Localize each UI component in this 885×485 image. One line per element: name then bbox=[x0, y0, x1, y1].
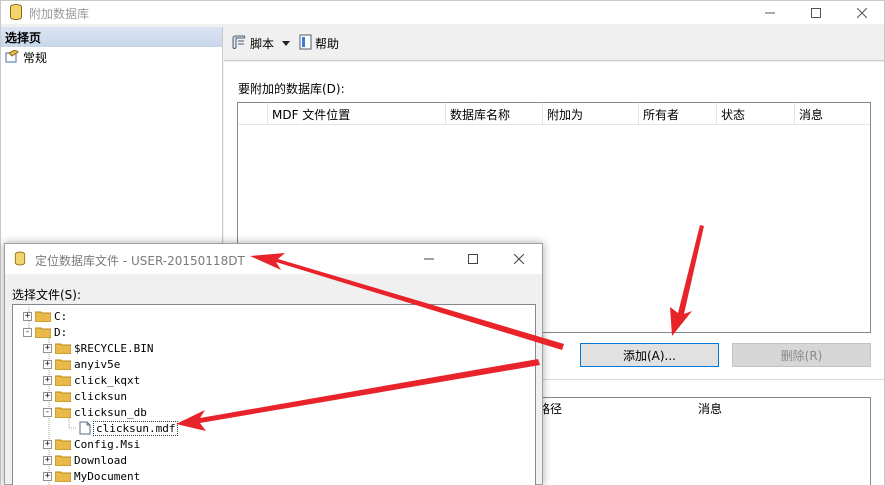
script-dropdown[interactable] bbox=[280, 39, 293, 49]
dropdown-arrow-icon bbox=[282, 40, 291, 46]
column-database-name[interactable]: 数据库名称 bbox=[446, 103, 543, 124]
minimize-icon bbox=[765, 12, 775, 13]
tree-item-label: Download bbox=[74, 453, 127, 467]
maximize-icon bbox=[811, 7, 821, 18]
databases-grid-header: MDF 文件位置 数据库名称 附加为 所有者 状态 消息 bbox=[238, 103, 870, 125]
dialog-minimize-button[interactable] bbox=[406, 244, 452, 274]
tree-item-label: Config.Msi bbox=[74, 437, 141, 451]
file-icon bbox=[79, 421, 91, 435]
tree-item[interactable]: + Config.Msi bbox=[43, 436, 140, 452]
grid-row-header bbox=[238, 103, 268, 124]
expand-icon[interactable]: + bbox=[43, 471, 52, 481]
folder-icon bbox=[55, 375, 71, 386]
dialog-title: 定位数据库文件 - USER-20150118DT bbox=[35, 254, 245, 268]
collapse-icon[interactable]: - bbox=[23, 327, 32, 337]
help-label: 帮助 bbox=[315, 37, 340, 51]
tree-item[interactable]: - clicksun_db bbox=[43, 404, 147, 420]
expand-icon[interactable]: + bbox=[43, 359, 52, 369]
column-attach-as[interactable]: 附加为 bbox=[543, 103, 639, 124]
script-icon bbox=[232, 34, 248, 53]
page-selector-header: 选择页 bbox=[1, 27, 222, 47]
tree-item-label: $RECYCLE.BIN bbox=[74, 341, 154, 355]
tree-item-label: click_kqxt bbox=[74, 373, 141, 387]
tree-item[interactable]: + Download bbox=[43, 452, 127, 468]
tree-item[interactable]: + clicksun bbox=[43, 388, 127, 404]
tree-item-label: clicksun bbox=[74, 389, 127, 403]
window-title: 附加数据库 bbox=[29, 7, 90, 21]
tree-item[interactable]: + $RECYCLE.BIN bbox=[43, 340, 153, 356]
title-bar: 附加数据库 bbox=[1, 1, 884, 24]
expand-icon[interactable]: + bbox=[43, 391, 52, 401]
add-button[interactable]: 添加(A)... bbox=[580, 343, 719, 367]
close-button[interactable] bbox=[839, 1, 885, 24]
folder-open-icon bbox=[55, 407, 71, 418]
tree-item-label: anyiv5e bbox=[74, 357, 121, 371]
tree-item-label: D: bbox=[54, 325, 68, 339]
tree-item-label: MyDocument bbox=[74, 469, 141, 483]
tree-item[interactable]: - D: bbox=[23, 324, 67, 340]
help-icon bbox=[299, 34, 313, 53]
file-tree[interactable]: + C: - D: + $RECYCLE.BIN + anyiv5e + cli… bbox=[12, 304, 536, 485]
remove-button[interactable]: 删除(R) bbox=[732, 343, 871, 367]
tree-item-selected-file[interactable]: clicksun.mdf bbox=[79, 420, 179, 436]
expand-icon[interactable]: + bbox=[43, 375, 52, 385]
tree-item-label: clicksun.mdf bbox=[92, 420, 179, 436]
page-item-general-label: 常规 bbox=[23, 51, 48, 65]
folder-icon bbox=[55, 391, 71, 402]
database-icon bbox=[9, 4, 23, 23]
maximize-button[interactable] bbox=[793, 1, 839, 24]
tree-item-label: C: bbox=[54, 309, 68, 323]
tree-item[interactable]: + click_kqxt bbox=[43, 372, 140, 388]
dialog-maximize-button[interactable] bbox=[450, 244, 496, 274]
folder-icon bbox=[55, 439, 71, 450]
dialog-title-bar: 定位数据库文件 - USER-20150118DT bbox=[5, 244, 542, 274]
folder-icon bbox=[55, 455, 71, 466]
expand-icon[interactable]: + bbox=[43, 439, 52, 449]
collapse-icon[interactable]: - bbox=[43, 407, 52, 417]
column-mdf-location[interactable]: MDF 文件位置 bbox=[268, 103, 446, 124]
folder-icon bbox=[55, 343, 71, 354]
expand-icon[interactable]: + bbox=[43, 455, 52, 465]
tree-item[interactable]: + MyDocument bbox=[43, 468, 140, 484]
dialog-close-button[interactable] bbox=[496, 244, 542, 274]
column-detail-message[interactable]: 消息 bbox=[698, 400, 722, 417]
locate-database-files-dialog: 定位数据库文件 - USER-20150118DT 选择文件(S): + C: bbox=[4, 243, 543, 485]
database-icon bbox=[14, 251, 26, 269]
column-status[interactable]: 状态 bbox=[717, 103, 795, 124]
column-message[interactable]: 消息 bbox=[795, 103, 870, 124]
tree-item[interactable]: + anyiv5e bbox=[43, 356, 120, 372]
close-icon bbox=[857, 7, 867, 18]
databases-to-attach-label: 要附加的数据库(D): bbox=[238, 82, 345, 96]
close-icon bbox=[514, 254, 524, 264]
minimize-icon bbox=[424, 258, 434, 260]
tree-item-label: clicksun_db bbox=[74, 405, 147, 419]
folder-icon bbox=[35, 311, 51, 322]
general-page-icon bbox=[5, 48, 19, 66]
script-button[interactable]: 脚本 bbox=[230, 32, 276, 55]
toolbar: 脚本 帮助 bbox=[224, 27, 884, 61]
folder-open-icon bbox=[35, 327, 51, 338]
select-file-label: 选择文件(S): bbox=[12, 288, 82, 302]
minimize-button[interactable] bbox=[747, 1, 793, 24]
column-owner[interactable]: 所有者 bbox=[639, 103, 717, 124]
page-item-general[interactable]: 常规 bbox=[1, 47, 222, 68]
expand-icon[interactable]: + bbox=[23, 311, 32, 321]
help-button[interactable]: 帮助 bbox=[297, 32, 341, 55]
script-label: 脚本 bbox=[250, 37, 275, 51]
folder-icon bbox=[55, 471, 71, 482]
maximize-icon bbox=[468, 254, 478, 264]
tree-item[interactable]: + C: bbox=[23, 308, 67, 324]
expand-icon[interactable]: + bbox=[43, 343, 52, 353]
folder-icon bbox=[55, 359, 71, 370]
